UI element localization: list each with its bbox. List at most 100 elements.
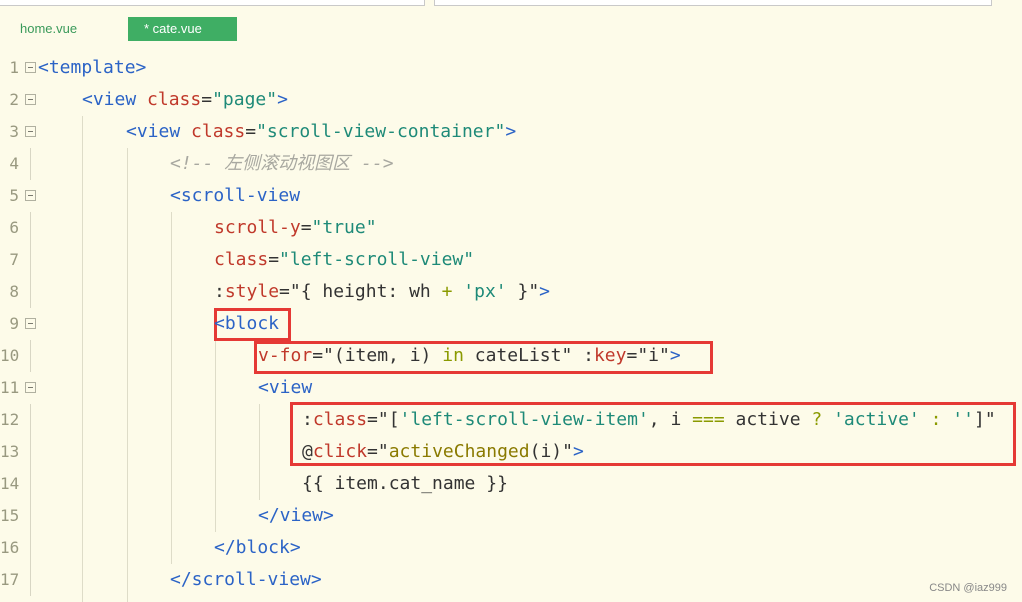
code-token: <block — [214, 313, 280, 334]
code-token: =" — [367, 441, 389, 462]
code-token: <scroll-view — [170, 185, 301, 206]
code-token: <view — [126, 121, 192, 142]
code-token: "page" — [212, 89, 278, 110]
code-line[interactable]: 9 <block — [0, 308, 1022, 340]
fold-toggle-icon[interactable] — [25, 318, 36, 329]
line-number: 9 — [9, 314, 19, 333]
code-text: <view class="page"> — [82, 84, 288, 116]
code-token: > — [539, 281, 550, 302]
fold-gutter-line — [30, 564, 31, 596]
code-token: active — [724, 409, 812, 430]
code-token: style — [224, 281, 280, 302]
code-token: class — [312, 409, 368, 430]
code-token: cateList" : — [463, 345, 594, 366]
code-line[interactable]: 15 </view> — [0, 500, 1022, 532]
code-token: </block> — [214, 537, 301, 558]
code-token: class — [147, 89, 202, 110]
code-token: ="{ height: wh — [279, 281, 442, 302]
code-line[interactable]: 1 <template> — [0, 52, 1022, 84]
code-token: > — [669, 345, 681, 366]
fold-gutter-line — [30, 276, 31, 308]
code-line[interactable]: 8:style="{ height: wh + 'px' }"> — [0, 276, 1022, 308]
fold-gutter-line — [30, 500, 31, 532]
code-token: > — [277, 89, 288, 110]
code-line[interactable]: 7 class="left-scroll-view" — [0, 244, 1022, 276]
fold-toggle-icon[interactable] — [25, 62, 36, 73]
code-token: = — [268, 249, 280, 270]
code-text: <scroll-view — [170, 180, 300, 212]
code-token: ="(item, i) — [312, 345, 443, 366]
code-line[interactable]: 12:class="['left-scroll-view-item', i ==… — [0, 404, 1022, 436]
code-line[interactable]: 5 <scroll-view — [0, 180, 1022, 212]
tab-home-vue[interactable]: home.vue — [4, 17, 114, 41]
code-text: :class="['left-scroll-view-item', i === … — [302, 404, 996, 436]
line-number: 4 — [9, 154, 19, 173]
top-input-right[interactable] — [434, 0, 992, 6]
code-token: in — [442, 345, 464, 366]
code-text: {{ item.cat_name }} — [302, 468, 508, 500]
code-line[interactable]: 14 {{ item.cat_name }} — [0, 468, 1022, 500]
code-line[interactable]: 11 <view — [0, 372, 1022, 404]
code-token: ="i" — [626, 345, 670, 366]
watermark: CSDN @iaz999 — [929, 582, 1007, 594]
code-token: "left-scroll-view" — [279, 249, 475, 270]
line-number: 10 — [0, 346, 20, 365]
code-line[interactable]: 17 </scroll-view> — [0, 564, 1022, 596]
code-token: activeChanged — [388, 441, 530, 462]
code-text: <template> — [38, 52, 146, 84]
code-token: 'left-scroll-view-item' — [399, 409, 649, 430]
line-number: 13 — [0, 442, 20, 461]
code-text: <view class="scroll-view-container"> — [126, 116, 516, 148]
fold-toggle-icon[interactable] — [25, 126, 36, 137]
code-line[interactable]: 3 <view class="scroll-view-container"> — [0, 116, 1022, 148]
fold-toggle-icon[interactable] — [25, 94, 36, 105]
code-text: <block — [214, 308, 279, 340]
code-line[interactable]: 10 v-for="(item, i) in cateList" :key="i"… — [0, 340, 1022, 372]
fold-toggle-icon[interactable] — [25, 382, 36, 393]
tab-bar: home.vue * cate.vue — [0, 16, 1022, 44]
code-text: </block> — [214, 532, 301, 564]
code-token: class — [191, 121, 246, 142]
code-text: <view — [258, 372, 312, 404]
code-token: <!-- 左侧滚动视图区 --> — [170, 153, 394, 174]
code-token: @ — [302, 441, 313, 462]
line-number: 17 — [0, 570, 20, 589]
code-line[interactable]: 6 scroll-y="true" — [0, 212, 1022, 244]
code-editor[interactable]: 1 <template> 2 <view class="page"> 3 <view cl… — [0, 52, 1022, 602]
fold-gutter-line — [30, 212, 31, 244]
code-token: = — [201, 89, 213, 110]
code-token: = — [300, 217, 312, 238]
line-number: 3 — [9, 122, 19, 141]
code-text: </scroll-view> — [170, 564, 322, 596]
code-text: <!-- 左侧滚动视图区 --> — [170, 148, 394, 180]
code-token: scroll-y — [214, 217, 301, 238]
code-line[interactable]: 13 @click="activeChanged(i)"> — [0, 436, 1022, 468]
code-token: class — [214, 249, 269, 270]
code-token: click — [312, 441, 368, 462]
code-token: key — [593, 345, 627, 366]
code-token: '' — [952, 409, 974, 430]
code-token: , i — [648, 409, 693, 430]
code-line[interactable]: 4 <!-- 左侧滚动视图区 --> — [0, 148, 1022, 180]
code-token: + — [441, 281, 453, 302]
fold-gutter-line — [30, 404, 31, 436]
fold-toggle-icon[interactable] — [25, 190, 36, 201]
line-number: 5 — [9, 186, 19, 205]
code-text: scroll-y="true" — [214, 212, 377, 244]
code-token: </scroll-view> — [170, 569, 322, 590]
code-line[interactable]: 16 </block> — [0, 532, 1022, 564]
code-line[interactable]: 2 <view class="page"> — [0, 84, 1022, 116]
line-number: 11 — [0, 378, 20, 397]
line-number: 1 — [9, 58, 19, 77]
top-input-left[interactable] — [0, 0, 425, 6]
code-token: v-for — [258, 345, 313, 366]
tab-cate-vue[interactable]: * cate.vue — [128, 17, 237, 41]
fold-gutter-line — [30, 244, 31, 276]
fold-gutter-line — [30, 148, 31, 180]
code-token: : — [930, 409, 942, 430]
code-text: class="left-scroll-view" — [214, 244, 474, 276]
